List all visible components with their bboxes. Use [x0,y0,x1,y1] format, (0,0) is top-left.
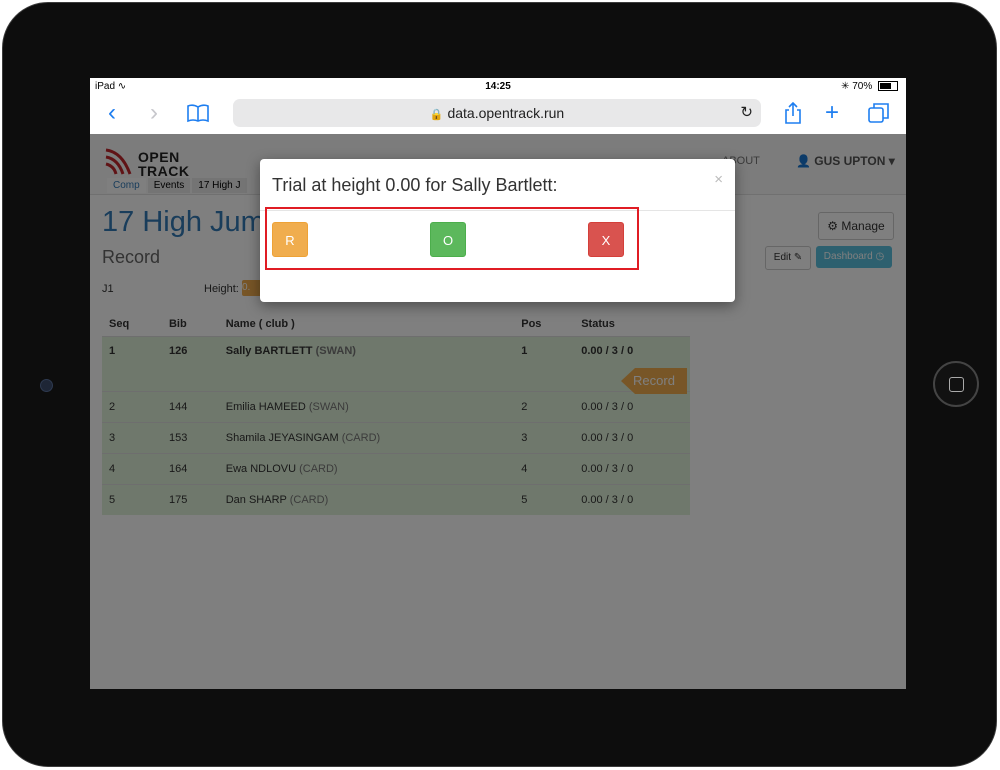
status-bar: iPad ∿ 14:25 ✳ 70% [90,78,906,96]
browser-toolbar: ‹ › 🔒 data.opentrack.run ↻ + [90,96,906,134]
ipad-frame: iPad ∿ 14:25 ✳ 70% ‹ › 🔒 data.opentrack.r… [2,2,997,767]
camera-icon [40,379,53,392]
share-icon[interactable] [784,101,802,129]
url-text: data.opentrack.run [447,105,565,121]
trial-modal: Trial at height 0.00 for Sally Bartlett:… [260,159,735,302]
home-button[interactable] [933,361,979,407]
status-right: ✳ 70% [841,81,898,92]
bookmarks-icon[interactable] [186,103,210,128]
bluetooth-icon: ✳ [841,81,850,92]
lock-icon: 🔒 [429,109,444,121]
retire-button[interactable]: R [272,222,308,257]
back-icon[interactable]: ‹ [108,101,116,125]
url-bar[interactable]: 🔒 data.opentrack.run ↻ [233,99,761,127]
clear-button[interactable]: O [430,222,466,257]
reload-icon[interactable]: ↻ [740,99,753,127]
modal-title: Trial at height 0.00 for Sally Bartlett: [272,175,558,195]
tabs-icon[interactable] [868,102,890,129]
screen: iPad ∿ 14:25 ✳ 70% ‹ › 🔒 data.opentrack.r… [90,78,906,689]
new-tab-icon[interactable]: + [825,101,839,125]
battery-icon [878,81,898,92]
close-icon[interactable]: × [714,171,723,188]
clock: 14:25 [485,81,511,92]
forward-icon[interactable]: › [150,101,158,125]
battery-percent: 70% [852,81,873,92]
fail-button[interactable]: X [588,222,624,257]
